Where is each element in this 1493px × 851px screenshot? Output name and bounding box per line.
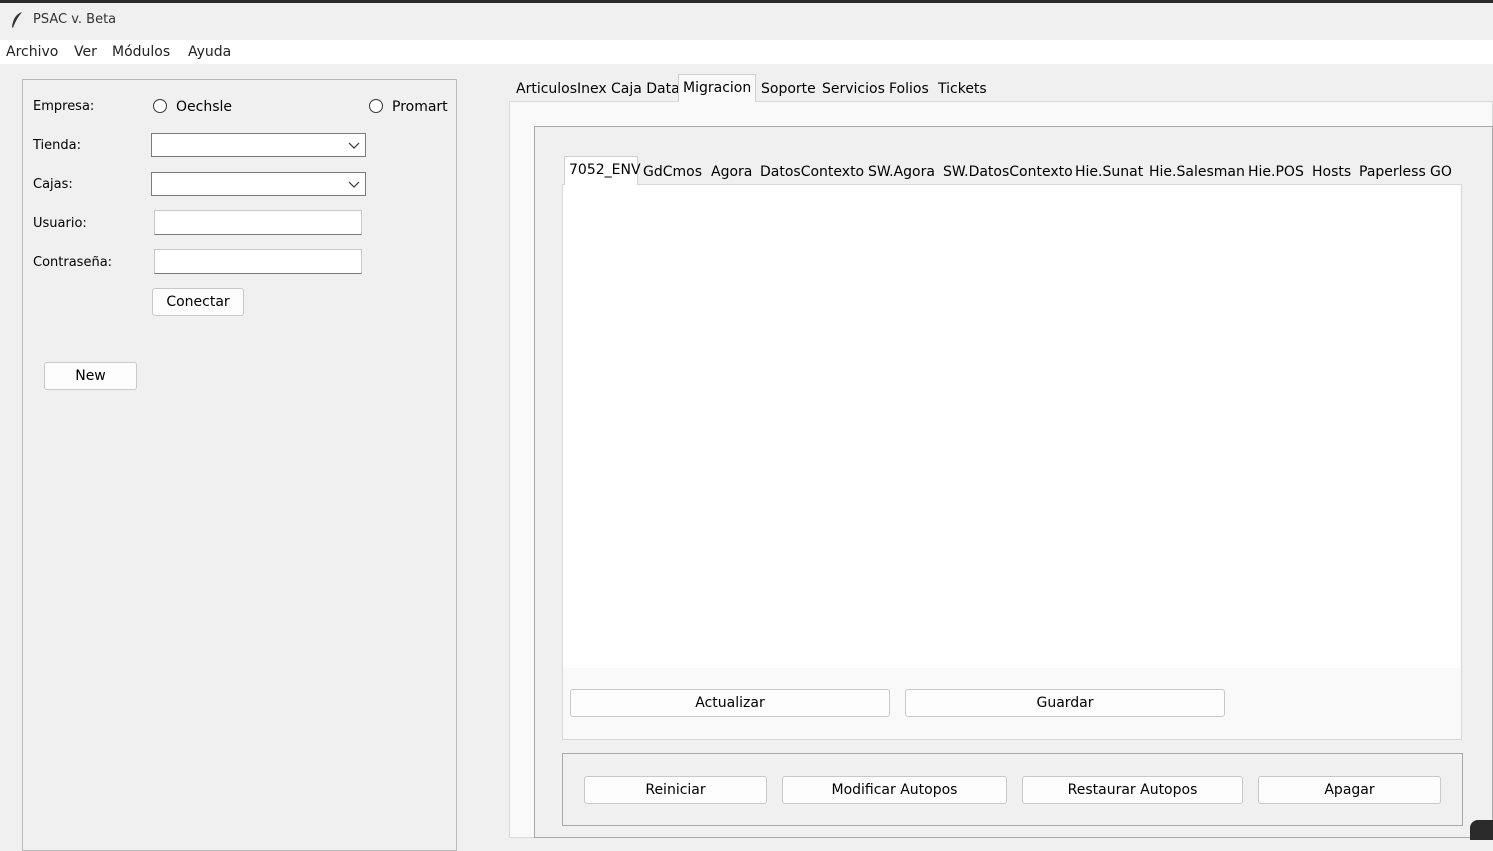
shutdown-button[interactable]: Apagar bbox=[1258, 776, 1441, 804]
subtab-hie-salesman[interactable]: Hie.Salesman bbox=[1145, 159, 1249, 185]
update-button[interactable]: Actualizar bbox=[570, 689, 890, 717]
tienda-label: Tienda: bbox=[33, 138, 81, 153]
subtab-paperless[interactable]: Paperless bbox=[1355, 159, 1430, 185]
usuario-label: Usuario: bbox=[33, 216, 87, 231]
tab-caja-data[interactable]: Caja Data bbox=[607, 76, 684, 102]
menu-archivo[interactable]: Archivo bbox=[6, 44, 58, 60]
subtab-agora[interactable]: Agora bbox=[707, 159, 756, 185]
cajas-combobox[interactable] bbox=[151, 172, 366, 196]
promart-radio[interactable] bbox=[369, 99, 383, 113]
subtab-sw-agora[interactable]: SW.Agora bbox=[864, 159, 939, 185]
password-label: Contraseña: bbox=[33, 255, 113, 270]
usuario-input[interactable] bbox=[154, 210, 362, 235]
chevron-down-icon bbox=[348, 181, 360, 188]
tab-folios[interactable]: Folios bbox=[885, 76, 933, 102]
tab-articulosinex[interactable]: ArticulosInex bbox=[512, 76, 611, 102]
subtab-hie-sunat[interactable]: Hie.Sunat bbox=[1071, 159, 1147, 185]
subtab-go[interactable]: GO bbox=[1426, 159, 1456, 185]
window-corner bbox=[1470, 820, 1493, 840]
chevron-down-icon bbox=[348, 142, 360, 149]
title-bar bbox=[0, 3, 1493, 40]
tab-soporte[interactable]: Soporte bbox=[757, 76, 820, 102]
subtab-hie-pos[interactable]: Hie.POS bbox=[1244, 159, 1308, 185]
oechsle-radio[interactable] bbox=[153, 99, 167, 113]
feather-icon bbox=[12, 12, 22, 28]
tab-migracion[interactable]: Migracion bbox=[678, 74, 756, 102]
subtab-hosts[interactable]: Hosts bbox=[1308, 159, 1355, 185]
cajas-label: Cajas: bbox=[33, 177, 73, 192]
modify-autopos-button[interactable]: Modificar Autopos bbox=[782, 776, 1007, 804]
save-button[interactable]: Guardar bbox=[905, 689, 1225, 717]
subtab-datoscontexto[interactable]: DatosContexto bbox=[756, 159, 868, 185]
password-input[interactable] bbox=[154, 249, 362, 274]
subtab-sw-datoscontexto[interactable]: SW.DatosContexto bbox=[939, 159, 1077, 185]
subtab-gdcmos[interactable]: GdCmos bbox=[639, 159, 706, 185]
window-title: PSAC v. Beta bbox=[33, 12, 117, 27]
tab-servicios[interactable]: Servicios bbox=[818, 76, 889, 102]
restart-button[interactable]: Reiniciar bbox=[584, 776, 767, 804]
menu-ver[interactable]: Ver bbox=[74, 44, 97, 60]
restore-autopos-button[interactable]: Restaurar Autopos bbox=[1022, 776, 1243, 804]
oechsle-radio-label[interactable]: Oechsle bbox=[176, 99, 232, 115]
menu-modulos[interactable]: Módulos bbox=[112, 44, 170, 60]
menu-ayuda[interactable]: Ayuda bbox=[188, 44, 231, 60]
new-button[interactable]: New bbox=[44, 362, 137, 390]
connect-button[interactable]: Conectar bbox=[152, 288, 244, 316]
tab-tickets[interactable]: Tickets bbox=[934, 76, 991, 102]
empresa-label: Empresa: bbox=[33, 99, 95, 114]
promart-radio-label[interactable]: Promart bbox=[392, 99, 448, 115]
subtab-7052-env[interactable]: 7052_ENV bbox=[564, 156, 641, 185]
env-editor[interactable] bbox=[563, 185, 1460, 668]
tienda-combobox[interactable] bbox=[151, 133, 366, 157]
